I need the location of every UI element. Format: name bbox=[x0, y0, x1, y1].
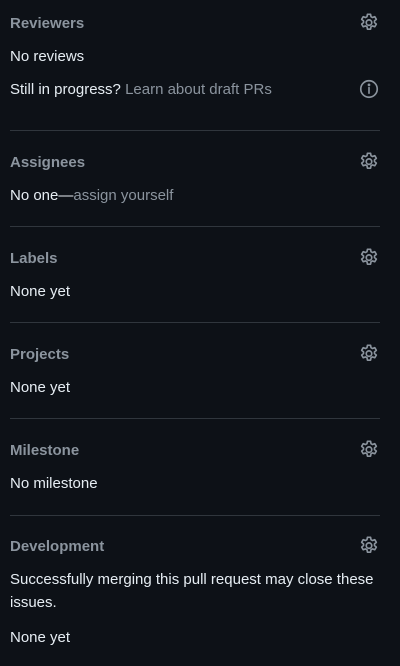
assignees-section: Assignees No one—assign yourself bbox=[10, 151, 380, 211]
projects-value: None yet bbox=[10, 379, 71, 396]
assignees-none: No one— bbox=[10, 187, 74, 204]
pr-sidebar: Reviewers No reviews Still in progress? … bbox=[0, 0, 400, 666]
info-icon[interactable] bbox=[358, 78, 380, 100]
gear-icon[interactable] bbox=[358, 247, 380, 269]
labels-title: Labels bbox=[10, 250, 58, 267]
gear-icon[interactable] bbox=[358, 439, 380, 461]
assignees-title: Assignees bbox=[10, 154, 86, 171]
development-header: Development bbox=[10, 535, 380, 559]
assign-yourself-link[interactable]: assign yourself bbox=[73, 187, 173, 204]
milestone-value: No milestone bbox=[10, 475, 98, 492]
labels-section: Labels None yet bbox=[10, 247, 380, 307]
divider bbox=[10, 130, 380, 131]
reviewers-value: No reviews bbox=[10, 48, 85, 65]
gear-icon[interactable] bbox=[358, 535, 380, 557]
development-description: Successfully merging this pull request m… bbox=[10, 571, 374, 611]
milestone-section: Milestone No milestone bbox=[10, 439, 380, 499]
projects-header: Projects bbox=[10, 343, 380, 367]
labels-header: Labels bbox=[10, 247, 380, 271]
milestone-title: Milestone bbox=[10, 442, 80, 459]
divider bbox=[10, 322, 380, 323]
milestone-header: Milestone bbox=[10, 439, 380, 463]
projects-section: Projects None yet bbox=[10, 343, 380, 403]
development-title: Development bbox=[10, 538, 105, 555]
gear-icon[interactable] bbox=[358, 343, 380, 365]
draft-pr-link[interactable]: Learn about draft PRs bbox=[125, 81, 272, 98]
development-section: Development Successfully merging this pu… bbox=[10, 535, 380, 655]
divider bbox=[10, 418, 380, 419]
development-value: None yet bbox=[10, 629, 71, 646]
divider bbox=[10, 515, 380, 516]
divider bbox=[10, 226, 380, 227]
labels-value: None yet bbox=[10, 283, 71, 300]
reviewers-section: Reviewers No reviews Still in progress? … bbox=[10, 12, 380, 112]
draft-pr-prefix: Still in progress? bbox=[10, 81, 121, 98]
gear-icon[interactable] bbox=[358, 12, 380, 34]
assignees-header: Assignees bbox=[10, 151, 380, 175]
projects-title: Projects bbox=[10, 346, 70, 363]
reviewers-header: Reviewers bbox=[10, 12, 380, 36]
reviewers-title: Reviewers bbox=[10, 15, 85, 32]
draft-pr-note: Still in progress? Learn about draft PRs bbox=[10, 81, 272, 99]
assignees-value: No one—assign yourself bbox=[10, 187, 173, 205]
gear-icon[interactable] bbox=[358, 151, 380, 173]
